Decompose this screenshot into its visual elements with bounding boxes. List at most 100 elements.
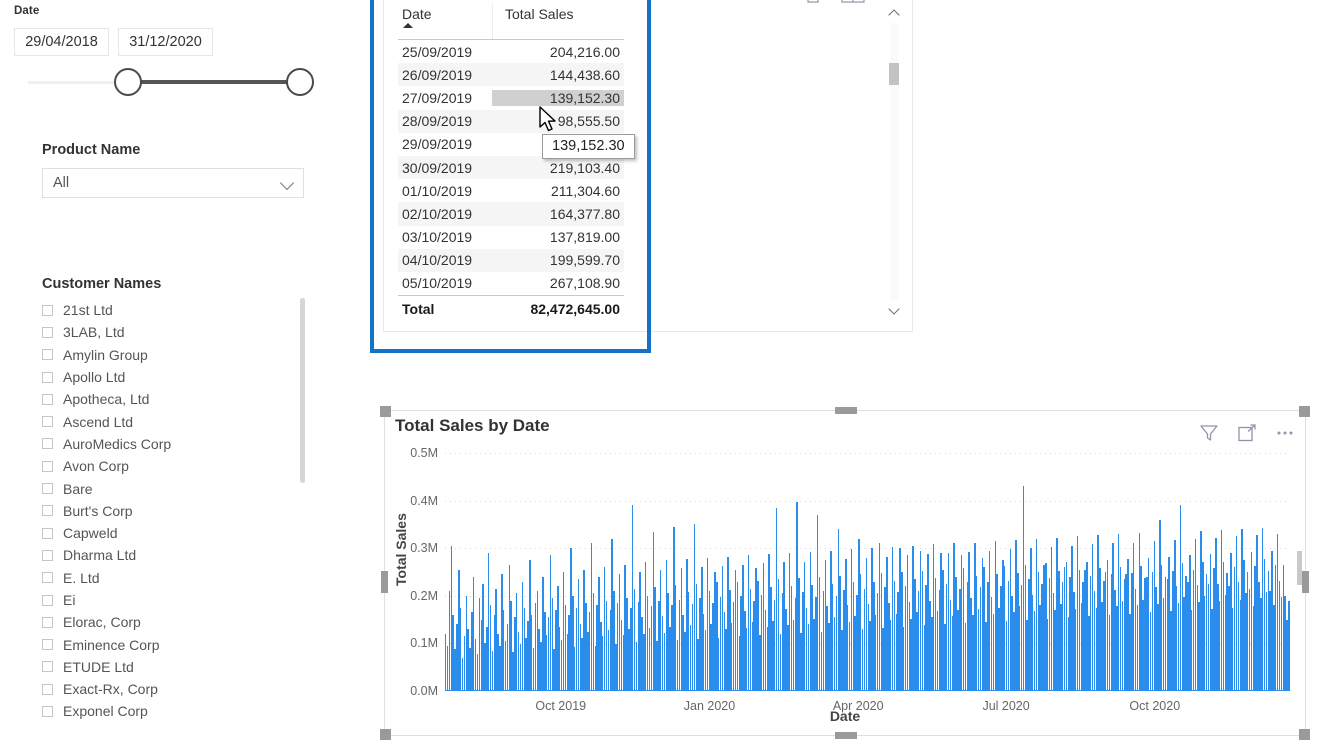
checkbox-icon[interactable] <box>42 639 53 651</box>
checkbox-icon[interactable] <box>42 416 53 428</box>
customer-list-scrollbar[interactable] <box>300 298 305 483</box>
list-item[interactable]: Burt's Corp <box>42 500 312 522</box>
list-item[interactable]: Apotheca, Ltd <box>42 388 312 410</box>
checkbox-icon[interactable] <box>42 527 53 539</box>
checkbox-icon[interactable] <box>42 460 53 472</box>
table-row[interactable]: 05/10/2019 267,108.90 <box>398 272 624 295</box>
resize-handle-bottom-right[interactable] <box>1299 729 1310 740</box>
resize-handle-bottom-left[interactable] <box>380 729 391 740</box>
list-item[interactable]: Eminence Corp <box>42 633 312 655</box>
resize-handle-top-left[interactable] <box>380 406 391 417</box>
chart-bars[interactable] <box>445 453 1290 691</box>
resize-handle-top-right[interactable] <box>1299 406 1310 417</box>
cell-date[interactable]: 26/09/2019 <box>398 67 492 83</box>
slider-handle-start[interactable] <box>114 68 142 96</box>
cell-date[interactable]: 25/09/2019 <box>398 44 492 60</box>
list-item[interactable]: Dharma Ltd <box>42 544 312 566</box>
cell-total-sales[interactable]: 144,438.60 <box>492 67 624 83</box>
resize-handle-bottom[interactable] <box>835 732 857 739</box>
date-slicer[interactable]: Date 29/04/2018 31/12/2020 <box>14 2 324 102</box>
customer-names-list[interactable]: 21st Ltd 3LAB, Ltd Amylin Group Apollo Ltd A… <box>42 299 312 723</box>
cell-total-sales[interactable]: 98,555.50 <box>492 113 624 129</box>
table-row[interactable]: 02/10/2019 164,377.80 <box>398 202 624 226</box>
list-item[interactable]: Bare <box>42 477 312 499</box>
checkbox-icon[interactable] <box>42 371 53 383</box>
cell-date[interactable]: 01/10/2019 <box>398 183 492 199</box>
list-item[interactable]: Exact-Rx, Corp <box>42 678 312 700</box>
resize-handle-top[interactable] <box>835 407 857 414</box>
total-sales-table-visual[interactable]: Date Total Sales 25/09/2019 204,216.00 26/… <box>383 0 913 332</box>
cell-total-sales[interactable]: 204,216.00 <box>492 44 624 60</box>
cell-date[interactable]: 04/10/2019 <box>398 252 492 268</box>
cell-date[interactable]: 29/09/2019 <box>398 136 492 152</box>
column-header-date[interactable]: Date <box>398 3 492 39</box>
table-vertical-scrollbar[interactable] <box>887 7 901 317</box>
checkbox-icon[interactable] <box>42 594 53 606</box>
table-row[interactable]: 26/09/2019 144,438.60 <box>398 63 624 87</box>
table-row[interactable]: 04/10/2019 199,599.70 <box>398 248 624 272</box>
scrollbar-thumb[interactable] <box>889 63 899 85</box>
scroll-down-icon[interactable] <box>887 303 901 317</box>
checkbox-icon[interactable] <box>42 304 53 316</box>
table-row[interactable]: 03/10/2019 137,819.00 <box>398 226 624 249</box>
list-item[interactable]: Amylin Group <box>42 344 312 366</box>
list-item[interactable]: AuroMedics Corp <box>42 433 312 455</box>
list-item[interactable]: ETUDE Ltd <box>42 656 312 678</box>
checkbox-icon[interactable] <box>42 683 53 695</box>
checkbox-icon[interactable] <box>42 549 53 561</box>
table-row[interactable]: 01/10/2019 211,304.60 <box>398 179 624 202</box>
checkbox-icon[interactable] <box>42 705 53 717</box>
cell-date[interactable]: 27/09/2019 <box>398 90 492 106</box>
table-row[interactable]: 30/09/2019 219,103.40 <box>398 155 624 180</box>
list-item[interactable]: Avon Corp <box>42 455 312 477</box>
total-sales-by-date-chart[interactable]: Total Sales by Date Total Sales Date 0.0… <box>380 406 1310 740</box>
table-row[interactable]: 25/09/2019 204,216.00 <box>398 40 624 63</box>
checkbox-icon[interactable] <box>42 483 53 495</box>
column-header-total-sales[interactable]: Total Sales <box>492 3 624 39</box>
cell-date[interactable]: 02/10/2019 <box>398 206 492 222</box>
cell-date[interactable]: 28/09/2019 <box>398 113 492 129</box>
resize-handle-right[interactable] <box>1302 571 1309 593</box>
resize-handle-left[interactable] <box>381 571 388 593</box>
date-range-slider[interactable] <box>14 64 319 104</box>
cell-total-sales[interactable]: 267,108.90 <box>492 275 624 291</box>
checkbox-icon[interactable] <box>42 349 53 361</box>
filter-icon[interactable] <box>1199 423 1219 443</box>
cell-date[interactable]: 05/10/2019 <box>398 275 492 291</box>
slider-handle-end[interactable] <box>286 68 314 96</box>
chart-bar[interactable] <box>1288 600 1290 691</box>
list-item[interactable]: Ei <box>42 589 312 611</box>
cell-total-sales[interactable]: 219,103.40 <box>492 160 624 176</box>
cell-date[interactable]: 03/10/2019 <box>398 229 492 245</box>
list-item[interactable]: 21st Ltd <box>42 299 312 321</box>
checkbox-icon[interactable] <box>42 572 53 584</box>
cell-total-sales[interactable]: 164,377.80 <box>492 206 624 222</box>
checkbox-icon[interactable] <box>42 393 53 405</box>
list-item[interactable]: Exponel Corp <box>42 700 312 722</box>
checkbox-icon[interactable] <box>42 616 53 628</box>
list-item[interactable]: Apollo Ltd <box>42 366 312 388</box>
cell-total-sales[interactable]: 199,599.70 <box>492 252 624 268</box>
cell-total-sales[interactable]: 139,152.30 <box>492 89 624 106</box>
table-row[interactable]: 27/09/2019 139,152.30 <box>398 86 624 109</box>
cell-date[interactable]: 30/09/2019 <box>398 160 492 176</box>
focus-mode-icon[interactable] <box>1237 423 1257 443</box>
date-end-input[interactable]: 31/12/2020 <box>118 28 213 56</box>
cell-total-sales[interactable]: 211,304.60 <box>492 183 624 199</box>
list-item[interactable]: Ascend Ltd <box>42 410 312 432</box>
scroll-up-icon[interactable] <box>887 7 901 21</box>
list-item[interactable]: 3LAB, Ltd <box>42 321 312 343</box>
checkbox-icon[interactable] <box>42 661 53 673</box>
checkbox-icon[interactable] <box>42 326 53 338</box>
list-item[interactable]: E. Ltd <box>42 567 312 589</box>
list-item[interactable]: Capweld <box>42 522 312 544</box>
more-options-icon[interactable] <box>1275 423 1295 443</box>
product-name-dropdown[interactable]: All <box>42 168 304 198</box>
table-row[interactable]: 28/09/2019 98,555.50 <box>398 109 624 133</box>
checkbox-icon[interactable] <box>42 505 53 517</box>
date-start-input[interactable]: 29/04/2018 <box>14 28 109 56</box>
cell-total-sales[interactable]: 137,819.00 <box>492 229 624 245</box>
list-item[interactable]: Elorac, Corp <box>42 611 312 633</box>
table-visual-header-icons[interactable] <box>800 0 880 4</box>
chart-action-bar[interactable] <box>1199 423 1295 443</box>
